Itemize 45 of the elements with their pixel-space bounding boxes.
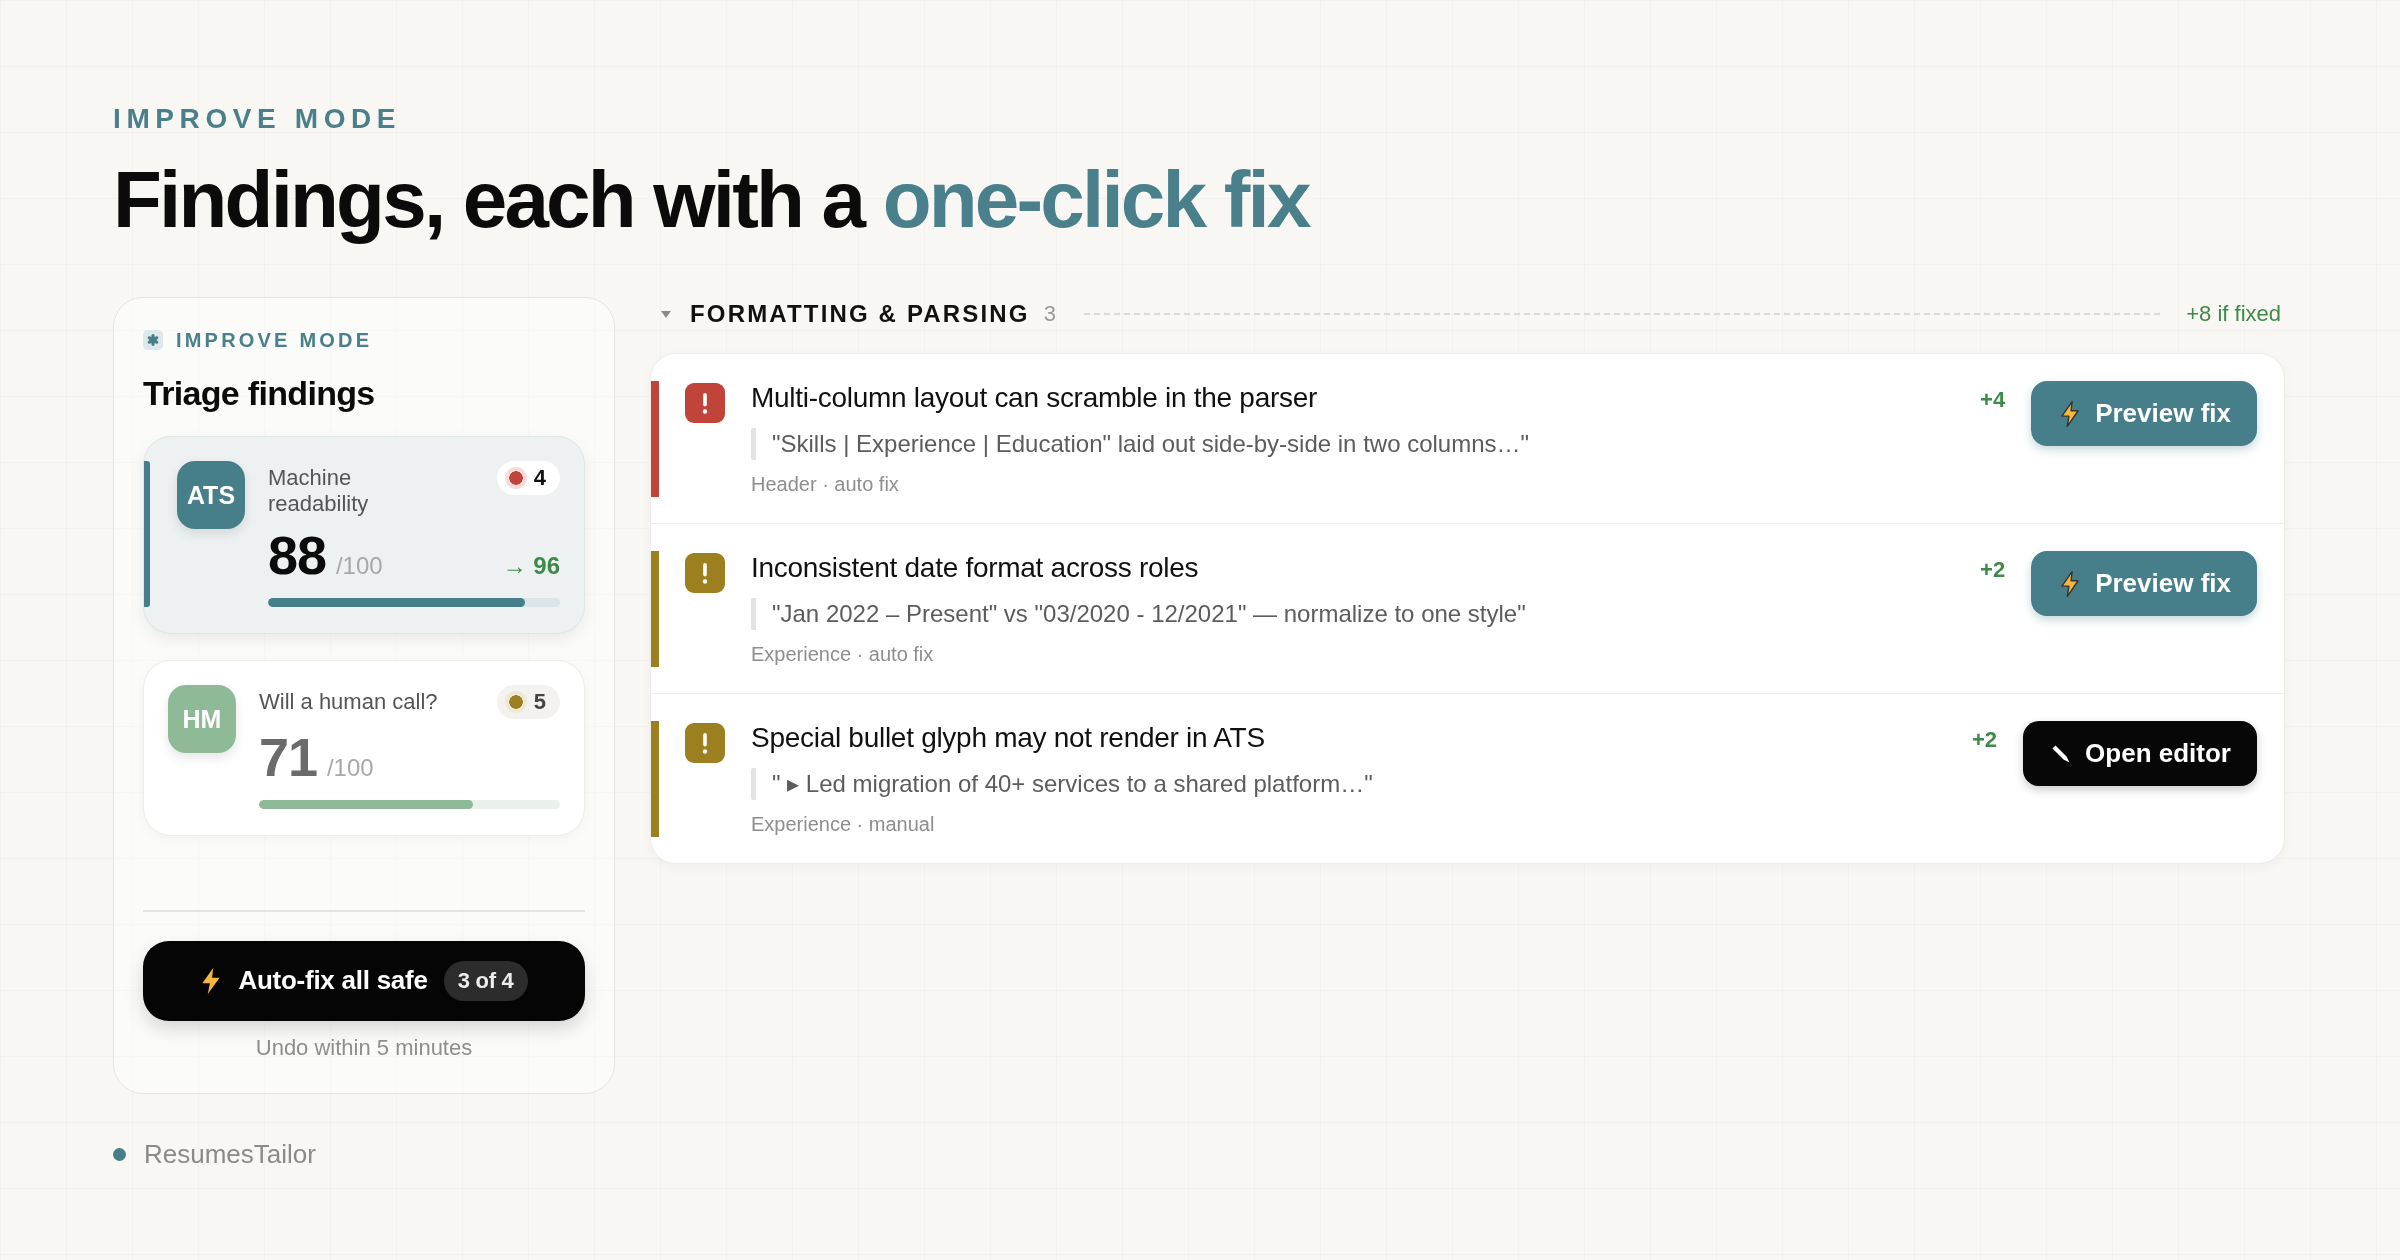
section-title: FORMATTING & PARSING — [690, 300, 1030, 328]
score-max: /100 — [335, 552, 383, 580]
brand-name: ResumesTailor — [144, 1138, 316, 1170]
section-gain: +8 if fixed — [2186, 301, 2282, 327]
category-badge: HM — [168, 685, 236, 753]
section-count: 3 — [1043, 301, 1056, 327]
pencil-icon — [2051, 743, 2072, 764]
score-value: 88 — [268, 527, 326, 583]
score-label: Machine readability — [268, 465, 370, 517]
undo-note: Undo within 5 minutes — [254, 1034, 474, 1061]
finding-meta: Experience · auto fix — [751, 642, 934, 667]
preview-fix-button[interactable]: Preview fix — [2031, 381, 2257, 446]
score-gain: +2 — [1972, 726, 1998, 754]
page-title: Findings, each with a one-click fix — [113, 156, 1309, 244]
finding-quote: "Skills | Experience | Education" laid out side-by-side in two columns…" — [751, 428, 1530, 460]
score-label: Will a human call? — [259, 689, 438, 715]
score-gain: +4 — [1980, 386, 2006, 414]
finding-quote: " ▸ Led migration of 40+ services to a shared platform…" — [751, 768, 1373, 800]
eyebrow-label: IMPROVE MODE — [113, 102, 402, 136]
score-card[interactable]: ATS Machine readability 4 88 /100 → 96 — [143, 436, 585, 634]
issue-count: 4 — [533, 465, 546, 491]
auto-fix-button[interactable]: Auto-fix all safe 3 of 4 — [143, 940, 585, 1021]
lightning-icon — [2059, 569, 2082, 598]
score-max: /100 — [326, 754, 374, 782]
finding-meta: Header · auto fix — [751, 472, 899, 497]
caret-icon[interactable] — [661, 310, 671, 318]
mode-label: IMPROVE MODE — [176, 328, 373, 352]
finding-title: Inconsistent date format across roles — [751, 551, 1199, 585]
score-value: 71 — [259, 729, 317, 785]
score-gain: +2 — [1980, 556, 2006, 584]
finding-title: Special bullet glyph may not render in ATS — [751, 721, 1265, 755]
score-card[interactable]: HM Will a human call? 5 71 /100 — [143, 660, 585, 836]
fix-count-pill: 3 of 4 — [443, 960, 528, 1001]
open-editor-button[interactable]: Open editor — [2023, 721, 2257, 786]
finding-meta: Experience · manual — [751, 812, 935, 837]
issue-count: 5 — [533, 689, 546, 715]
flower-icon — [143, 330, 163, 350]
score-target: → 96 — [502, 552, 560, 580]
finding-quote: "Jan 2022 – Present" vs "03/2020 - 12/2021" — normalize to one style" — [751, 598, 1526, 630]
finding-title: Multi-column layout can scramble in the parser — [751, 381, 1318, 415]
preview-fix-button[interactable]: Preview fix — [2031, 551, 2257, 616]
lightning-icon — [2059, 399, 2082, 428]
category-badge: ATS — [177, 461, 245, 529]
brand-dot-icon — [113, 1147, 126, 1161]
panel-title: Triage findings — [143, 373, 376, 413]
